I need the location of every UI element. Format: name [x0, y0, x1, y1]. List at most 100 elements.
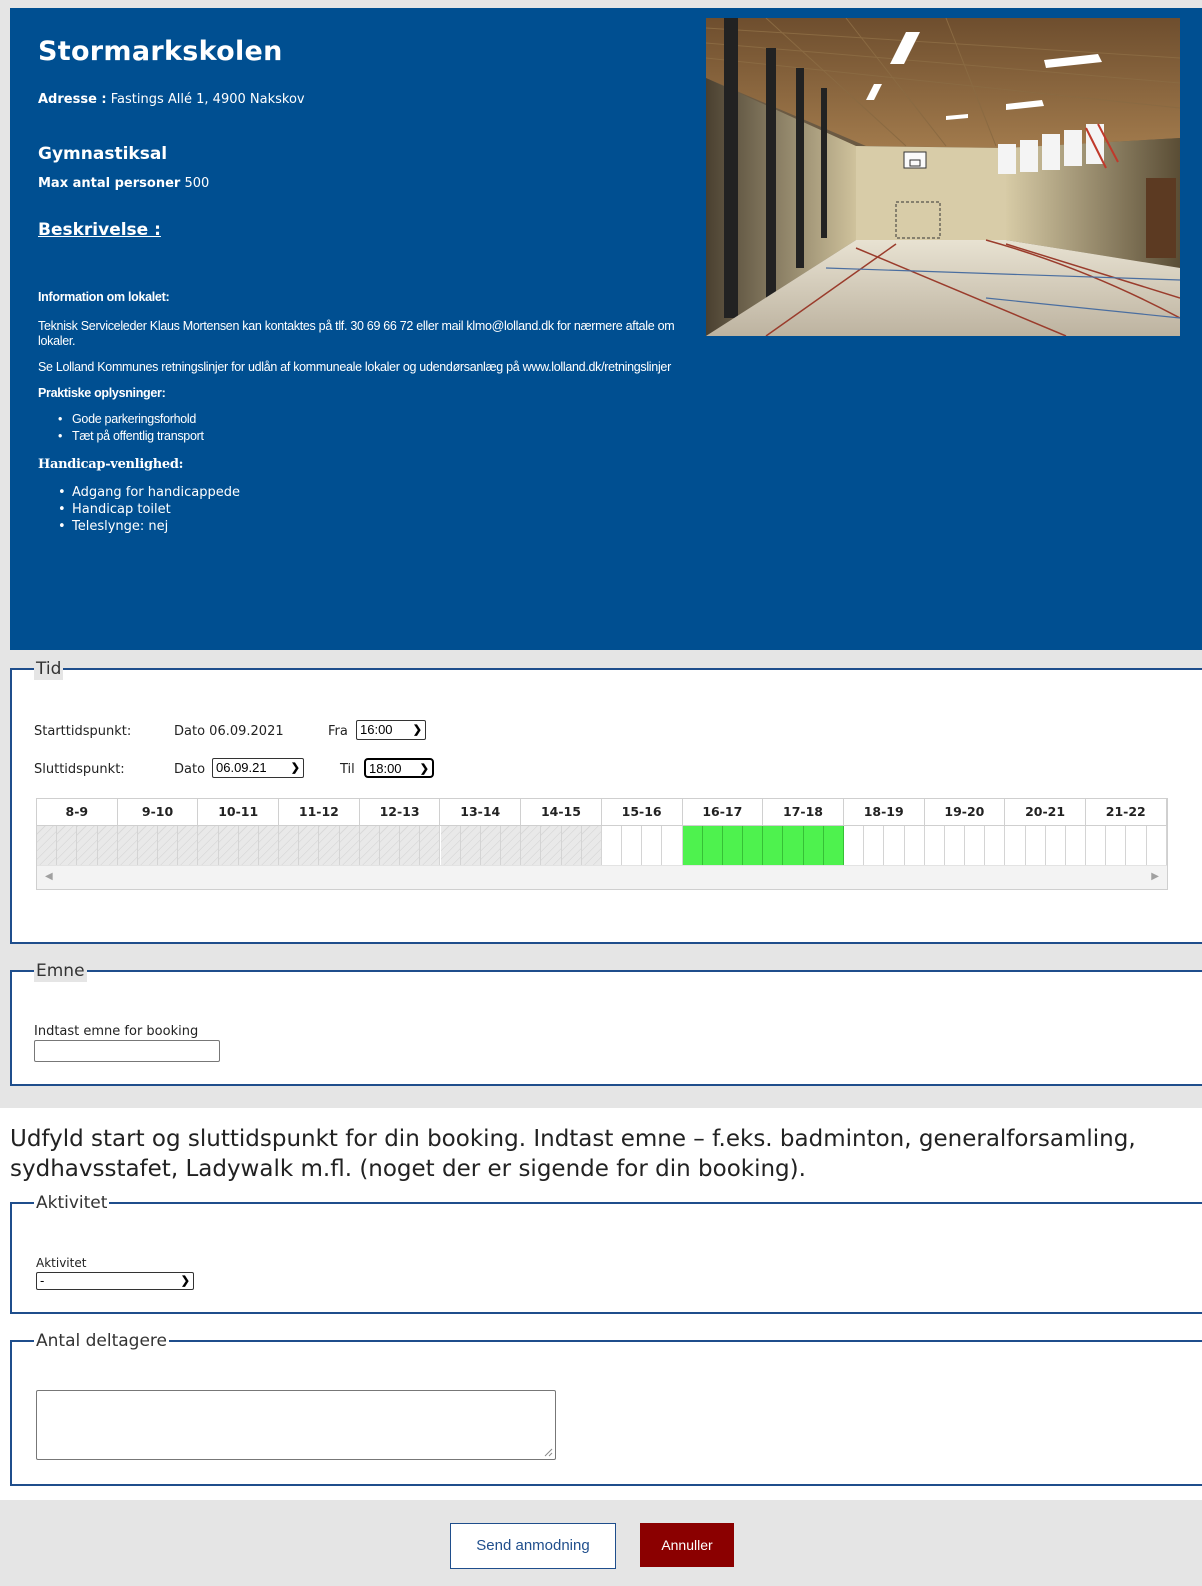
time-slot[interactable]	[77, 826, 98, 865]
end-date-value: 06.09.21	[216, 760, 267, 775]
time-slot[interactable]	[460, 826, 481, 865]
aktivitet-field-label: Aktivitet	[36, 1256, 87, 1270]
handicap-list: Adgang for handicappede Handicap toilet …	[38, 484, 678, 535]
time-slot[interactable]	[1147, 826, 1167, 865]
hour-header: 10-11	[198, 799, 280, 825]
time-slot[interactable]	[763, 826, 784, 865]
time-slot[interactable]	[97, 826, 118, 865]
time-slot[interactable]	[379, 826, 401, 865]
description-heading: Beskrivelse :	[38, 220, 161, 240]
time-slot[interactable]	[803, 826, 824, 865]
start-date: Dato 06.09.2021	[174, 724, 284, 739]
schedule-header: 8-9 9-10 10-11 11-12 12-13 13-14 14-15 15-16 16-…	[37, 799, 1167, 825]
time-slot[interactable]	[1106, 826, 1127, 865]
from-time-value: 16:00	[360, 722, 393, 737]
time-slot[interactable]	[622, 826, 643, 865]
scroll-right-icon[interactable]: ▶	[1151, 871, 1159, 882]
time-slot[interactable]	[743, 826, 764, 865]
schedule-scrollbar[interactable]: ◀ ▶	[37, 865, 1167, 889]
time-slot[interactable]	[561, 826, 582, 865]
time-slot[interactable]	[400, 826, 421, 865]
list-item: Adgang for handicappede	[38, 484, 678, 501]
time-slot[interactable]	[702, 826, 723, 865]
schedule-slots[interactable]	[37, 825, 1167, 865]
time-slot[interactable]	[642, 826, 663, 865]
from-time-select[interactable]: 16:00 ❯	[356, 720, 426, 740]
aktivitet-fieldset: Aktivitet Aktivitet - ❯	[10, 1192, 1202, 1314]
time-slot[interactable]	[299, 826, 320, 865]
time-slot[interactable]	[864, 826, 885, 865]
aktivitet-select[interactable]: - ❯	[36, 1272, 194, 1290]
time-slot[interactable]	[925, 826, 945, 865]
hour-header: 12-13	[360, 799, 441, 825]
time-slot[interactable]	[218, 826, 239, 865]
info-guidelines-text: Se Lolland Kommunes retningslinjer for u…	[38, 360, 671, 374]
hour-header: 20-21	[1005, 799, 1086, 825]
hour-header: 16-17	[683, 799, 764, 825]
time-slot[interactable]	[581, 826, 602, 865]
deltagere-legend: Antal deltagere	[34, 1330, 169, 1352]
time-slot[interactable]	[420, 826, 441, 865]
time-slot[interactable]	[258, 826, 280, 865]
end-date-select[interactable]: 06.09.21 ❯	[212, 758, 304, 778]
time-slot[interactable]	[501, 826, 522, 865]
time-slot[interactable]	[844, 826, 865, 865]
time-slot[interactable]	[440, 826, 461, 865]
time-slot[interactable]	[137, 826, 159, 865]
to-time-select[interactable]: 18:00 ❯	[364, 758, 434, 778]
scroll-left-icon[interactable]: ◀	[45, 871, 53, 882]
deltagere-fieldset: Antal deltagere	[10, 1330, 1202, 1486]
time-slot[interactable]	[1066, 826, 1087, 865]
time-slot[interactable]	[279, 826, 300, 865]
time-slot[interactable]	[37, 826, 58, 865]
time-slot[interactable]	[823, 826, 844, 865]
time-slot[interactable]	[521, 826, 542, 865]
time-slot[interactable]	[945, 826, 966, 865]
practical-list: Gode parkeringsforhold Tæt på offentlig …	[38, 411, 678, 445]
chevron-down-icon: ❯	[412, 724, 422, 736]
time-slot[interactable]	[359, 826, 380, 865]
time-slot[interactable]	[1005, 826, 1026, 865]
hour-header: 15-16	[602, 799, 683, 825]
venue-name: Stormarkskolen	[38, 36, 283, 67]
time-slot[interactable]	[985, 826, 1006, 865]
time-slot[interactable]	[783, 826, 804, 865]
time-slot[interactable]	[480, 826, 502, 865]
time-slot[interactable]	[178, 826, 199, 865]
time-slot[interactable]	[662, 826, 683, 865]
time-slot[interactable]	[965, 826, 986, 865]
time-slot[interactable]	[1046, 826, 1066, 865]
time-slot[interactable]	[602, 826, 623, 865]
emne-fieldset: Emne Indtast emne for booking	[10, 960, 1202, 1086]
send-request-button[interactable]: Send anmodning	[450, 1523, 616, 1569]
time-slot[interactable]	[722, 826, 744, 865]
time-slot[interactable]	[158, 826, 179, 865]
time-slot[interactable]	[57, 826, 78, 865]
list-item: Tæt på offentlig transport	[38, 428, 678, 445]
time-slot[interactable]	[238, 826, 259, 865]
hour-header: 14-15	[521, 799, 602, 825]
aktivitet-selected-value: -	[40, 1273, 45, 1288]
tid-legend: Tid	[34, 658, 64, 680]
time-slot[interactable]	[541, 826, 562, 865]
resize-handle-icon[interactable]	[543, 1447, 553, 1457]
description-body: Information om lokalet: Teknisk Servicel…	[38, 290, 678, 547]
time-slot[interactable]	[905, 826, 925, 865]
emne-input[interactable]	[34, 1040, 220, 1062]
tid-fieldset: Tid Starttidspunkt: Dato 06.09.2021 Fra …	[10, 658, 1202, 944]
end-date-label: Dato	[174, 762, 206, 777]
time-slot[interactable]	[339, 826, 360, 865]
time-slot[interactable]	[682, 826, 703, 865]
time-slot[interactable]	[1026, 826, 1046, 865]
time-slot[interactable]	[1126, 826, 1147, 865]
hour-header: 18-19	[844, 799, 925, 825]
time-slot[interactable]	[117, 826, 138, 865]
cancel-button[interactable]: Annuller	[640, 1523, 734, 1567]
time-slot[interactable]	[1086, 826, 1107, 865]
info-contact-text: Teknisk Serviceleder Klaus Mortensen kan…	[38, 319, 675, 348]
info-heading: Information om lokalet:	[38, 290, 170, 304]
time-slot[interactable]	[884, 826, 905, 865]
time-slot[interactable]	[198, 826, 219, 865]
time-slot[interactable]	[319, 826, 340, 865]
deltagere-textarea[interactable]	[36, 1390, 556, 1460]
